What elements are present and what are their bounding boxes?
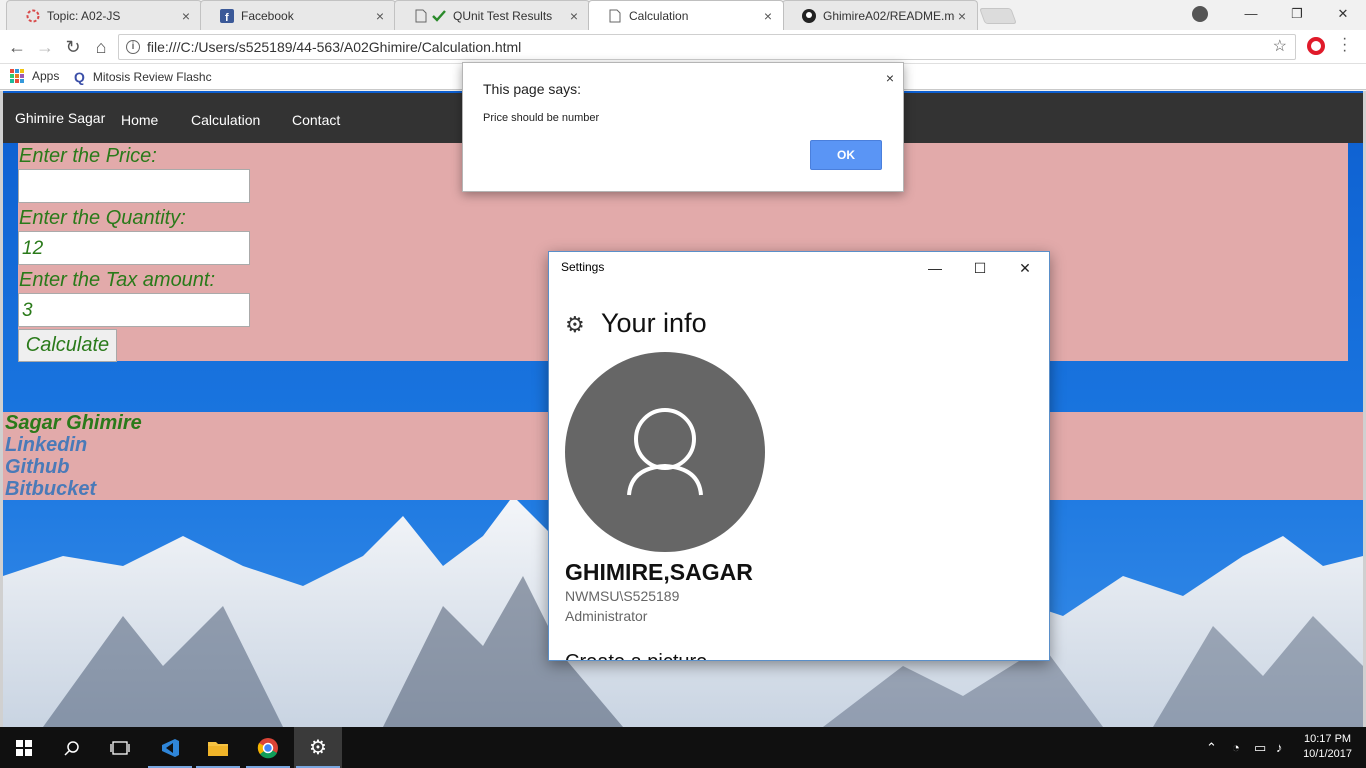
new-tab-button[interactable]	[979, 8, 1017, 24]
tab-github-readme[interactable]: GhimireA02/README.mc ×	[782, 0, 978, 30]
site-brand[interactable]: Ghimire Sagar	[15, 110, 105, 126]
section-heading-cut-off: Create a picture	[565, 651, 707, 660]
browser-toolbar: ← → ↻ ⌂ i file:///C:/Users/s525189/44-56…	[0, 30, 1366, 64]
close-window-icon[interactable]: ✕	[1320, 0, 1366, 28]
nav-home-link[interactable]: Home	[121, 112, 158, 128]
close-icon[interactable]: ✕	[1002, 254, 1048, 282]
price-label: Enter the Price:	[19, 145, 157, 167]
restore-icon[interactable]: ❐	[1274, 0, 1320, 28]
ok-button[interactable]: OK	[810, 140, 882, 170]
check-icon	[431, 8, 447, 24]
wifi-icon[interactable]: ◔	[1232, 740, 1240, 755]
page-icon	[607, 8, 623, 24]
apps-grid-icon	[10, 69, 24, 83]
nav-calculation-link[interactable]: Calculation	[191, 112, 260, 128]
settings-gear-icon[interactable]: ⚙	[294, 727, 342, 768]
calculate-button[interactable]: Calculate	[18, 329, 117, 362]
alert-dialog: This page says: × Price should be number…	[462, 62, 904, 192]
bookmark-mitosis[interactable]: Q Mitosis Review Flashc	[74, 69, 212, 85]
chevron-up-icon[interactable]: ⌃	[1206, 740, 1217, 756]
account-role: Administrator	[565, 608, 648, 624]
github-icon	[801, 8, 817, 24]
start-icon[interactable]	[0, 727, 48, 768]
tax-input[interactable]: 3	[18, 293, 250, 327]
windows-taskbar: ⚙ ⌃ ◔ ▭ ♪ 10:17 PM 10/1/2017	[0, 727, 1366, 768]
page-title: Your info	[601, 308, 707, 338]
maximize-icon[interactable]: ☐	[957, 254, 1003, 282]
bookmark-apps[interactable]: Apps	[10, 69, 59, 83]
address-bar[interactable]: i file:///C:/Users/s525189/44-563/A02Ghi…	[118, 34, 1296, 60]
close-icon[interactable]: ×	[373, 8, 387, 24]
user-name: GHIMIRE,SAGAR	[565, 559, 753, 585]
user-silhouette-icon	[627, 408, 703, 496]
opera-extension-icon[interactable]	[1307, 37, 1325, 55]
page-icon	[413, 8, 429, 24]
forward-arrow-icon[interactable]: →	[34, 36, 56, 58]
task-view-icon[interactable]	[96, 727, 144, 768]
system-clock[interactable]: 10:17 PM 10/1/2017	[1303, 732, 1352, 762]
tab-title: GhimireA02/README.mc	[823, 8, 955, 23]
chrome-icon[interactable]	[244, 727, 292, 768]
gear-icon: ⚙	[565, 312, 585, 337]
quantity-label: Enter the Quantity:	[19, 207, 186, 229]
window-controls: — ❐ ✕	[1228, 0, 1366, 28]
svg-text:f: f	[225, 12, 229, 23]
bookmark-label: Apps	[32, 69, 60, 83]
facebook-icon: f	[219, 8, 235, 24]
profile-icon[interactable]	[1192, 6, 1208, 22]
close-icon[interactable]: ×	[955, 8, 969, 24]
window-title: Settings	[561, 260, 605, 274]
tab-topic-a02-js[interactable]: Topic: A02-JS ×	[6, 0, 202, 30]
loading-icon	[25, 8, 41, 24]
account-id: NWMSU\S525189	[565, 588, 680, 604]
browser-tab-strip: Topic: A02-JS × f Facebook × QUnit Test …	[0, 0, 1366, 30]
close-icon[interactable]: ×	[179, 8, 193, 24]
alert-title: This page says:	[483, 81, 582, 97]
linkedin-link[interactable]: Linkedin	[5, 434, 87, 457]
battery-icon[interactable]: ▭	[1254, 740, 1266, 756]
tab-qunit-test-results[interactable]: QUnit Test Results ×	[394, 0, 590, 30]
quizlet-icon: Q	[74, 69, 85, 85]
volume-icon[interactable]: ♪	[1276, 740, 1283, 755]
tab-title: Calculation	[629, 8, 689, 23]
quantity-input[interactable]: 12	[18, 231, 250, 265]
close-icon[interactable]: ×	[567, 8, 581, 24]
visual-studio-icon[interactable]	[146, 727, 194, 768]
back-arrow-icon[interactable]: ←	[6, 36, 28, 58]
tab-facebook[interactable]: f Facebook ×	[200, 0, 396, 30]
info-icon[interactable]: i	[126, 40, 140, 54]
close-icon[interactable]: ×	[886, 70, 894, 86]
price-input[interactable]	[18, 169, 250, 203]
bookmark-label: Mitosis Review Flashc	[92, 70, 212, 84]
clock-time: 10:17 PM	[1303, 733, 1352, 745]
alert-message: Price should be number	[483, 112, 600, 124]
tab-title: Facebook	[241, 8, 294, 23]
bitbucket-link[interactable]: Bitbucket	[5, 478, 96, 501]
avatar[interactable]	[565, 352, 765, 552]
clock-date: 10/1/2017	[1303, 748, 1352, 760]
url-text: file:///C:/Users/s525189/44-563/A02Ghimi…	[147, 39, 522, 55]
bookmark-star-icon[interactable]: ☆	[1273, 35, 1287, 59]
contact-name: Sagar Ghimire	[5, 412, 142, 434]
reload-icon[interactable]: ↻	[62, 36, 84, 58]
nav-contact-link[interactable]: Contact	[292, 112, 340, 128]
tab-title: QUnit Test Results	[453, 8, 553, 23]
tab-title: Topic: A02-JS	[47, 8, 121, 23]
tab-calculation[interactable]: Calculation ×	[588, 0, 784, 30]
file-explorer-icon[interactable]	[194, 727, 242, 768]
browser-menu-icon[interactable]: · · ·	[1342, 31, 1347, 59]
minimize-icon[interactable]: —	[1228, 0, 1274, 28]
github-link[interactable]: Github	[5, 456, 69, 479]
settings-window: Settings — ☐ ✕ ⚙ Your info GHIMIRE,SAGAR…	[548, 251, 1050, 661]
tax-label: Enter the Tax amount:	[19, 269, 216, 291]
home-icon[interactable]: ⌂	[90, 36, 112, 58]
gear-icon: ⚙	[309, 737, 327, 759]
minimize-icon[interactable]: —	[912, 254, 958, 282]
search-icon[interactable]	[48, 727, 96, 768]
close-icon[interactable]: ×	[761, 8, 775, 24]
